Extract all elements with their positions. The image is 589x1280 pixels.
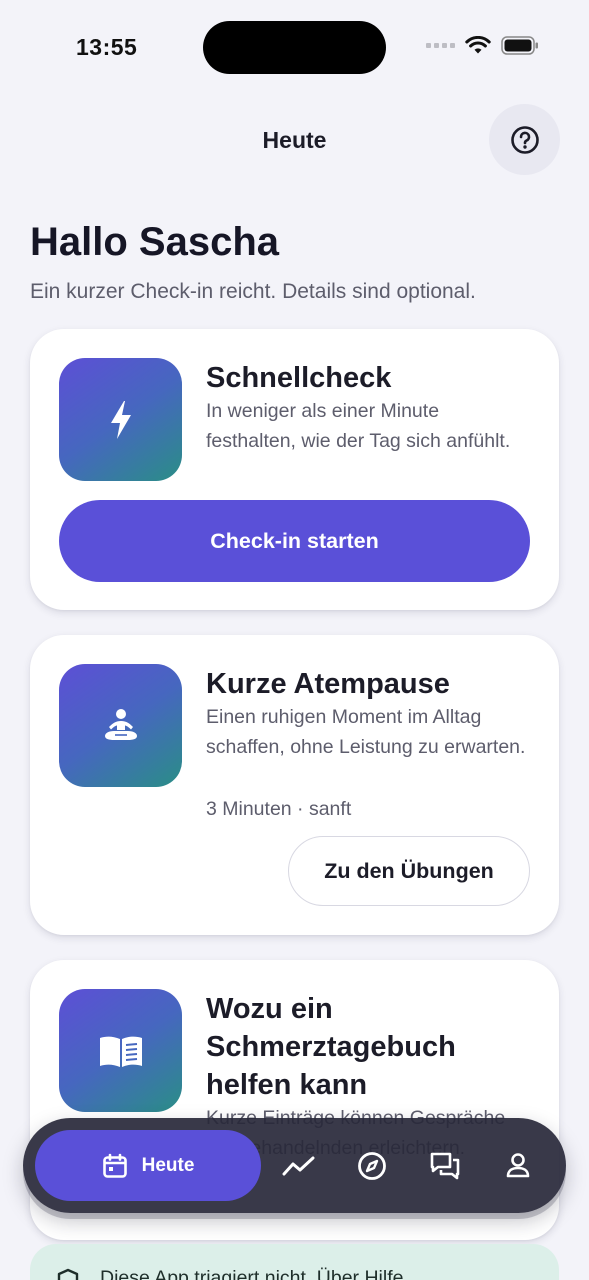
card-title: Kurze Atempause xyxy=(206,668,450,700)
shield-icon xyxy=(57,1268,79,1280)
compass-icon xyxy=(358,1152,386,1180)
meditation-icon xyxy=(104,708,137,740)
disclaimer-text: Diese App triagiert nicht. Über Hilfe xyxy=(100,1267,404,1280)
tab-trends[interactable] xyxy=(281,1148,317,1184)
go-to-exercises-button[interactable]: Zu den Übungen xyxy=(288,836,530,906)
card-icon-tile xyxy=(59,989,182,1112)
calendar-icon xyxy=(102,1153,127,1178)
start-check-in-button[interactable]: Check-in starten xyxy=(59,500,530,582)
bottom-tab-bar: Heute xyxy=(23,1118,566,1213)
tab-profile[interactable] xyxy=(500,1148,536,1184)
chat-icon xyxy=(430,1152,460,1180)
tab-explore[interactable] xyxy=(354,1148,390,1184)
wifi-icon xyxy=(465,36,491,54)
cellular-signal-icon xyxy=(426,43,455,48)
card-icon-tile xyxy=(59,358,182,481)
breathing-break-card: Kurze Atempause Einen ruhigen Moment im … xyxy=(30,635,559,935)
dynamic-island xyxy=(203,21,386,74)
help-circle-icon xyxy=(510,125,539,154)
trend-icon xyxy=(282,1156,315,1176)
status-time: 13:55 xyxy=(76,34,138,60)
card-text: In weniger als einer Minute festhalten, … xyxy=(206,400,511,452)
tab-today-label: Heute xyxy=(141,1154,195,1176)
card-title: Schnellcheck xyxy=(206,362,392,394)
disclaimer-notice: Diese App triagiert nicht. Über Hilfe xyxy=(30,1244,559,1280)
status-icons xyxy=(426,36,539,55)
tab-today[interactable]: Heute xyxy=(35,1130,261,1201)
card-icon-tile xyxy=(59,664,182,787)
card-meta: 3 Minuten · sanft xyxy=(206,798,352,820)
card-title: Wozu ein Schmerztagebuch helfen kann xyxy=(206,993,456,1101)
book-icon xyxy=(99,1036,142,1067)
profile-icon xyxy=(506,1153,530,1178)
tab-messages[interactable] xyxy=(427,1148,463,1184)
status-bar: 13:55 xyxy=(0,0,589,95)
greeting-title: Hallo Sascha xyxy=(30,220,280,264)
quick-check-card: Schnellcheck In weniger als einer Minute… xyxy=(30,329,559,610)
help-button[interactable] xyxy=(489,104,560,175)
greeting-subtitle: Ein kurzer Check-in reicht. Details sind… xyxy=(30,280,476,303)
battery-icon xyxy=(501,36,538,55)
card-text: Einen ruhigen Moment im Alltag schaffen,… xyxy=(206,706,526,758)
lightning-icon xyxy=(110,400,131,439)
